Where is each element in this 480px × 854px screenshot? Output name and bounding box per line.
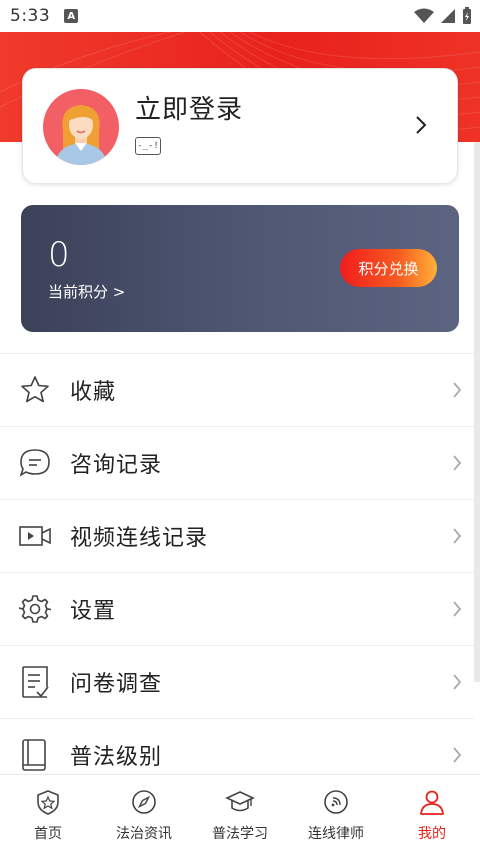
menu-label: 收藏 (70, 380, 117, 405)
points-label-link[interactable]: 当前积分 > (48, 281, 125, 302)
signal-icon (441, 9, 455, 23)
battery-icon (463, 7, 471, 24)
chevron-right-icon[interactable] (415, 115, 427, 135)
login-card[interactable]: 立即登录 -_-! (22, 68, 458, 184)
star-icon (18, 373, 52, 407)
video-camera-icon (18, 519, 52, 553)
level-badge: -_-! (135, 137, 161, 155)
tab-label: 普法学习 (212, 826, 268, 842)
survey-icon (18, 665, 52, 699)
menu-label: 问卷调查 (70, 672, 163, 697)
chevron-right-icon (453, 674, 462, 690)
chat-bubble-icon (18, 446, 52, 480)
compass-icon (129, 787, 159, 817)
menu-item-consult-records[interactable]: 咨询记录 (0, 426, 474, 499)
chevron-right-icon (453, 601, 462, 617)
menu-list: 收藏 咨询记录 视频连线记录 设置 问卷调查 普法级别 (0, 353, 474, 791)
tab-label: 首页 (34, 826, 62, 842)
chevron-right-icon (453, 747, 462, 763)
points-value: 0 (48, 235, 70, 275)
menu-label: 咨询记录 (70, 453, 163, 478)
menu-label: 普法级别 (70, 745, 163, 770)
tab-home[interactable]: 首页 (0, 775, 96, 854)
tab-label: 我的 (418, 826, 446, 842)
book-icon (18, 738, 52, 772)
points-card: 0 当前积分 > 积分兑换 (21, 205, 459, 332)
chevron-right-icon (453, 382, 462, 398)
chevron-right-icon (453, 528, 462, 544)
tab-mine[interactable]: 我的 (384, 775, 480, 854)
gear-icon (18, 592, 52, 626)
menu-label: 视频连线记录 (70, 526, 209, 551)
status-time: 5:33 (10, 6, 51, 26)
bottom-tab-bar: 首页 法治资讯 普法学习 连线律师 我的 (0, 774, 480, 854)
status-bar: 5:33 A (0, 0, 480, 32)
menu-label: 设置 (70, 599, 117, 624)
chevron-right-icon (453, 455, 462, 471)
notification-icon: A (64, 9, 79, 23)
menu-item-settings[interactable]: 设置 (0, 572, 474, 645)
menu-item-survey[interactable]: 问卷调查 (0, 645, 474, 718)
tab-legal-news[interactable]: 法治资讯 (96, 775, 192, 854)
tab-connect-lawyer[interactable]: 连线律师 (288, 775, 384, 854)
login-link[interactable]: 立即登录 (135, 89, 243, 126)
tab-label: 连线律师 (308, 826, 364, 842)
tab-label: 法治资讯 (116, 826, 172, 842)
signal-bubble-icon (321, 787, 351, 817)
menu-item-video-records[interactable]: 视频连线记录 (0, 499, 474, 572)
person-icon (417, 787, 447, 817)
graduation-cap-icon (225, 787, 255, 817)
scrollbar[interactable] (474, 142, 480, 682)
menu-item-favorites[interactable]: 收藏 (0, 353, 474, 426)
avatar[interactable] (43, 89, 119, 165)
home-shield-icon (33, 787, 63, 817)
tab-legal-learning[interactable]: 普法学习 (192, 775, 288, 854)
wifi-icon (414, 8, 434, 23)
avatar-illustration (55, 105, 107, 165)
status-indicators (414, 7, 472, 25)
redeem-points-button[interactable]: 积分兑换 (340, 249, 437, 287)
